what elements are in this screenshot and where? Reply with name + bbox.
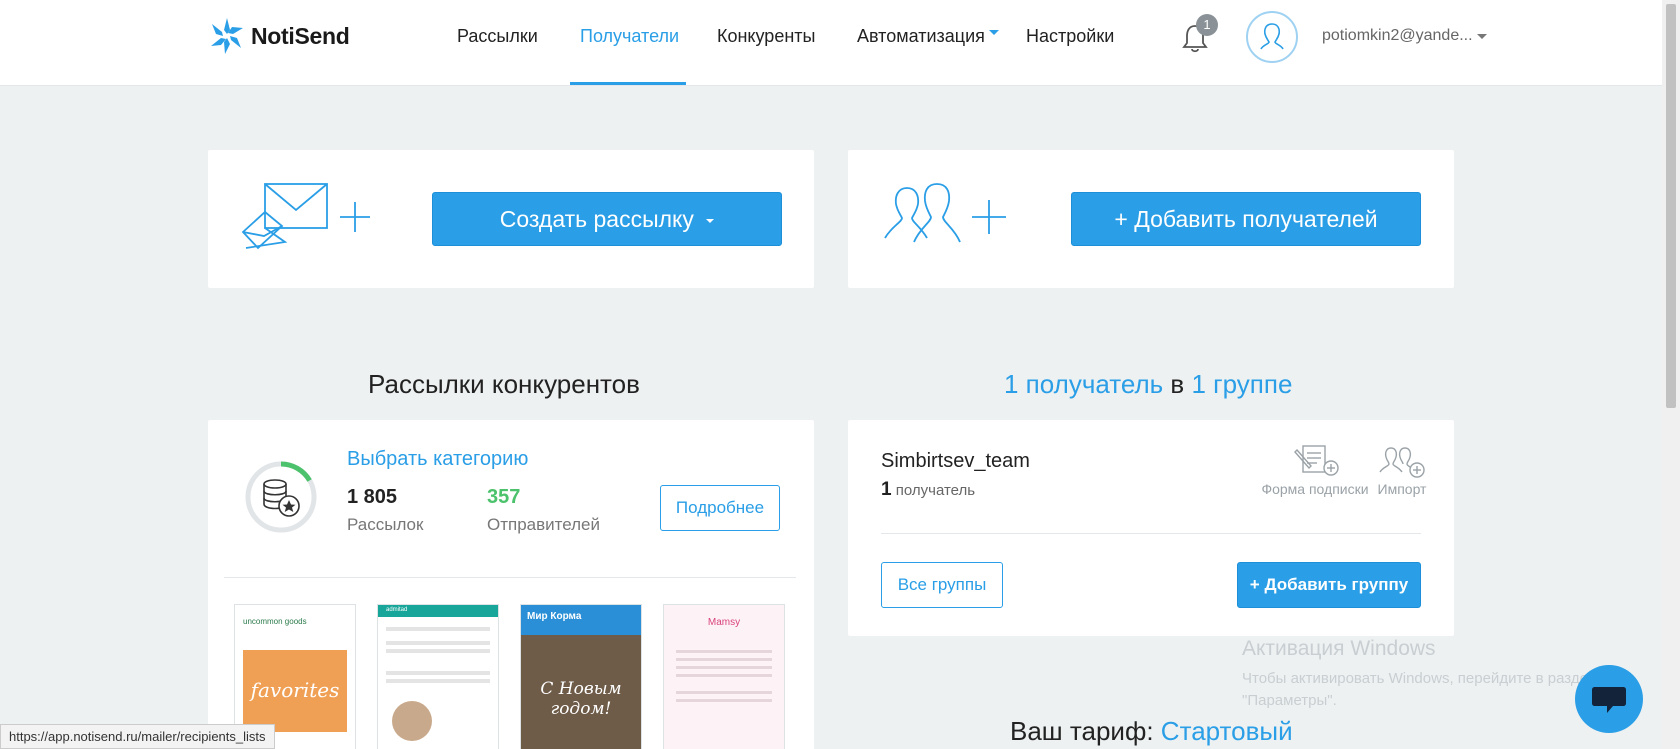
user-email[interactable]: potiomkin2@yande... <box>1322 27 1473 45</box>
all-groups-button[interactable]: Все группы <box>881 562 1003 608</box>
logo[interactable]: NotiSend <box>207 16 350 56</box>
import-action[interactable]: Импорт <box>1360 444 1444 497</box>
nav-competitors[interactable]: Конкуренты <box>717 26 815 47</box>
windows-activation-line: "Параметры". <box>1242 692 1337 709</box>
user-menu-chevron-icon[interactable] <box>1477 34 1487 39</box>
thumbnail-text-line <box>386 641 490 645</box>
recipients-in-text: в <box>1170 369 1185 399</box>
competitors-card: Выбрать категорию 1 805 Рассылок 357 Отп… <box>208 420 814 749</box>
nav-automation[interactable]: Автоматизация <box>857 26 999 47</box>
active-tab-indicator <box>570 82 686 85</box>
create-campaign-button[interactable]: Создать рассылку <box>432 192 782 246</box>
user-icon <box>1260 23 1284 50</box>
thumbnail-brand: Мир Корма <box>521 605 641 635</box>
chat-button[interactable] <box>1575 665 1643 733</box>
campaign-thumbnail[interactable]: Mamsy <box>663 604 785 749</box>
scrollbar-thumb[interactable] <box>1666 4 1676 408</box>
create-campaign-label: Создать рассылку <box>499 206 694 232</box>
notification-badge: 1 <box>1196 14 1218 36</box>
group-recipient-count: 1 получатель <box>881 479 975 501</box>
windows-activation-line: Чтобы активировать Windows, перейдите в … <box>1242 670 1597 687</box>
people-plus-icon <box>884 183 1006 243</box>
thumbnail-photo <box>392 701 432 741</box>
nav-settings[interactable]: Настройки <box>1026 26 1114 47</box>
senders-count: 357 <box>487 486 521 508</box>
import-label: Импорт <box>1377 481 1427 497</box>
groups-count-link[interactable]: 1 группе <box>1191 369 1292 399</box>
top-header: NotiSend Рассылки Получатели Конкуренты … <box>0 0 1662 86</box>
campaigns-label: Рассылок <box>347 515 424 534</box>
tariff-info: Ваш тариф: Стартовый <box>1010 716 1293 747</box>
campaigns-count: 1 805 <box>347 486 398 508</box>
thumbnail-text-line <box>386 679 490 683</box>
thumbnail-text-line <box>676 699 772 702</box>
thumbnail-text-line <box>676 666 772 669</box>
logo-icon <box>211 18 243 54</box>
windows-activation-title: Активация Windows <box>1242 637 1436 660</box>
thumbnail-brand: Mamsy <box>707 617 741 628</box>
thumbnail-text-line <box>386 649 490 653</box>
thumbnail-text-line <box>676 650 772 653</box>
chat-icon <box>1592 687 1626 713</box>
add-recipients-button[interactable]: + Добавить получателей <box>1071 192 1421 246</box>
thumbnail-text-line <box>676 658 772 661</box>
add-recipients-card: + Добавить получателей <box>848 150 1454 288</box>
browser-status-url: https://app.notisend.ru/mailer/recipient… <box>0 724 275 749</box>
group-name[interactable]: Simbirtsev_team <box>881 450 1030 473</box>
chevron-down-icon <box>988 29 999 35</box>
details-button[interactable]: Подробнее <box>660 485 780 531</box>
groups-card: Simbirtsev_team 1 получатель Форма подпи… <box>848 420 1454 636</box>
nav-recipients[interactable]: Получатели <box>580 26 679 47</box>
thumbnail-text-line <box>676 691 772 694</box>
thumbnail-headline: favorites <box>243 650 347 732</box>
add-group-button[interactable]: + Добавить группу <box>1237 562 1421 608</box>
group-count-label: получатель <box>895 482 976 499</box>
form-add-icon <box>1294 445 1339 476</box>
thumbnail-headline: С Новым годом! <box>521 635 641 749</box>
recipients-summary: 1 получатель в 1 группе <box>1004 369 1292 400</box>
recipients-count-link[interactable]: 1 получатель <box>1004 369 1163 399</box>
tariff-label: Ваш тариф: <box>1010 716 1154 746</box>
thumbnail-brand: admitad <box>378 605 498 617</box>
competitors-title: Рассылки конкурентов <box>368 369 640 399</box>
tariff-link[interactable]: Стартовый <box>1161 716 1293 746</box>
logo-text: NotiSend <box>251 22 350 49</box>
nav-campaigns[interactable]: Рассылки <box>457 26 538 47</box>
senders-label: Отправителей <box>487 515 601 534</box>
create-campaign-card: Создать рассылку <box>208 150 814 288</box>
divider <box>224 577 796 578</box>
coins-chart-icon <box>245 461 317 533</box>
caret-down-icon <box>706 218 715 223</box>
avatar[interactable] <box>1246 11 1298 63</box>
thumbnail-brand: uncommon goods <box>243 617 307 626</box>
campaign-thumbnail[interactable]: Мир Корма С Новым годом! <box>520 604 642 749</box>
import-users-icon <box>1379 447 1425 478</box>
thumbnail-text-line <box>676 674 772 677</box>
thumbnail-text-line <box>386 627 490 631</box>
divider <box>881 533 1421 534</box>
windows-activation-text: Чтобы активировать Windows, перейдите в … <box>1242 668 1596 712</box>
nav-automation-label: Автоматизация <box>857 26 985 46</box>
envelopes-plus-icon <box>241 183 370 250</box>
thumbnail-text-line <box>386 671 490 675</box>
campaign-thumbnail[interactable]: admitad <box>377 604 499 749</box>
group-count-value: 1 <box>881 479 892 500</box>
choose-category-link[interactable]: Выбрать категорию <box>347 448 528 471</box>
